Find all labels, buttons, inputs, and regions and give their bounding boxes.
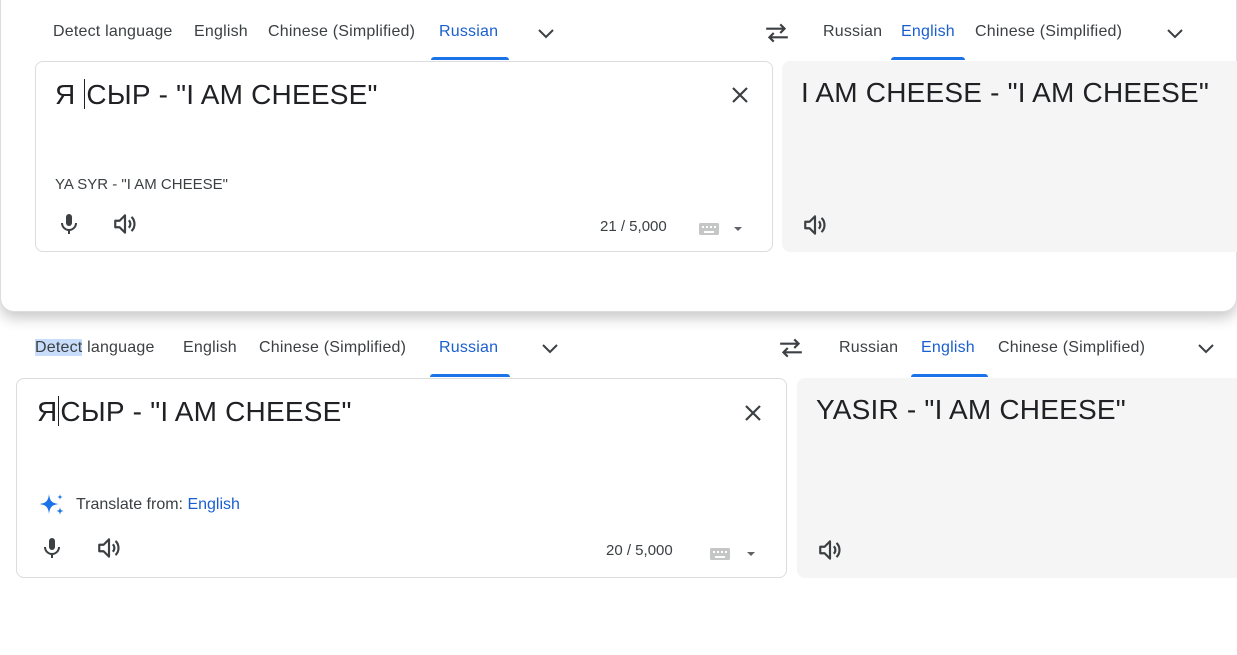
translation-text: YASIR - "I AM CHEESE" <box>816 394 1126 425</box>
transliteration: YA SYR - "I AM CHEESE" <box>55 176 228 193</box>
chevron-down-icon[interactable] <box>1194 336 1218 360</box>
keyboard-icon[interactable] <box>709 547 731 561</box>
translator-panel-top: Detect language English Chinese (Simplif… <box>0 0 1237 312</box>
source-text-before-caret: Я <box>37 396 58 427</box>
chevron-down-icon[interactable] <box>538 336 562 360</box>
tab-source-english[interactable]: English <box>194 0 248 60</box>
tab-source-russian[interactable]: Russian <box>439 312 498 372</box>
source-text-after-caret: СЫР - "I AM CHEESE" <box>86 79 378 110</box>
active-tab-indicator <box>911 374 988 377</box>
speaker-icon[interactable] <box>817 537 843 563</box>
tab-target-chinese-simplified[interactable]: Chinese (Simplified) <box>998 312 1145 372</box>
close-icon[interactable] <box>741 401 765 425</box>
character-counter: 20 / 5,000 <box>606 542 673 559</box>
mic-icon[interactable] <box>57 212 81 236</box>
chevron-down-icon[interactable] <box>1163 21 1187 45</box>
tab-source-english[interactable]: English <box>183 312 237 372</box>
mic-icon[interactable] <box>40 536 64 560</box>
tab-source-russian[interactable]: Russian <box>439 0 498 60</box>
translation-text: I AM CHEESE - "I AM CHEESE" <box>801 77 1210 108</box>
tab-target-russian[interactable]: Russian <box>823 0 882 60</box>
tab-source-chinese-simplified[interactable]: Chinese (Simplified) <box>268 0 415 60</box>
active-tab-indicator <box>431 57 509 60</box>
translation-output-area: I AM CHEESE - "I AM CHEESE" <box>782 61 1237 252</box>
translator-panel-bottom: Detect language English Chinese (Simplif… <box>0 312 1237 655</box>
selected-text: Detect <box>35 339 83 356</box>
keyboard-options-dropdown-icon[interactable] <box>744 547 758 561</box>
tab-target-english[interactable]: English <box>901 0 955 60</box>
tab-detect-language[interactable]: Detect language <box>53 0 173 60</box>
active-tab-indicator <box>891 57 965 60</box>
speaker-icon[interactable] <box>112 211 138 237</box>
source-text-area[interactable]: Я СЫР - "I AM CHEESE" YA SYR - "I AM CHE… <box>35 61 773 252</box>
keyboard-options-dropdown-icon[interactable] <box>731 222 745 236</box>
tab-target-russian[interactable]: Russian <box>839 312 898 372</box>
source-text[interactable]: Я СЫР - "I AM CHEESE" <box>37 396 352 428</box>
source-text-after-caret: СЫР - "I AM CHEESE" <box>60 396 352 427</box>
speaker-icon[interactable] <box>96 535 122 561</box>
keyboard-icon[interactable] <box>698 222 720 236</box>
translate-from-language-link[interactable]: English <box>187 496 239 513</box>
sparkle-icon <box>39 494 64 515</box>
swap-icon[interactable] <box>778 335 804 361</box>
tab-detect-language[interactable]: Detect language <box>35 312 155 372</box>
source-text-area[interactable]: Я СЫР - "I AM CHEESE" Translate from: Eng… <box>16 378 787 578</box>
language-bar: Detect language English Chinese (Simplif… <box>1 0 1237 60</box>
translation-output-area: YASIR - "I AM CHEESE" <box>797 378 1237 578</box>
close-icon[interactable] <box>728 83 752 107</box>
speaker-icon[interactable] <box>802 212 828 238</box>
tab-target-chinese-simplified[interactable]: Chinese (Simplified) <box>975 0 1122 60</box>
language-bar: Detect language English Chinese (Simplif… <box>0 312 1237 377</box>
detect-language-rest: language <box>82 339 155 356</box>
swap-icon[interactable] <box>764 20 790 46</box>
chevron-down-icon[interactable] <box>534 21 558 45</box>
character-counter: 21 / 5,000 <box>600 218 667 235</box>
tab-source-chinese-simplified[interactable]: Chinese (Simplified) <box>259 312 406 372</box>
translate-from-suggestion: Translate from: English <box>76 496 240 514</box>
translate-from-label: Translate from: <box>76 496 183 513</box>
active-tab-indicator <box>430 374 510 377</box>
source-text-before-caret: Я <box>55 79 84 110</box>
tab-target-english[interactable]: English <box>921 312 975 372</box>
source-text[interactable]: Я СЫР - "I AM CHEESE" <box>55 79 378 111</box>
